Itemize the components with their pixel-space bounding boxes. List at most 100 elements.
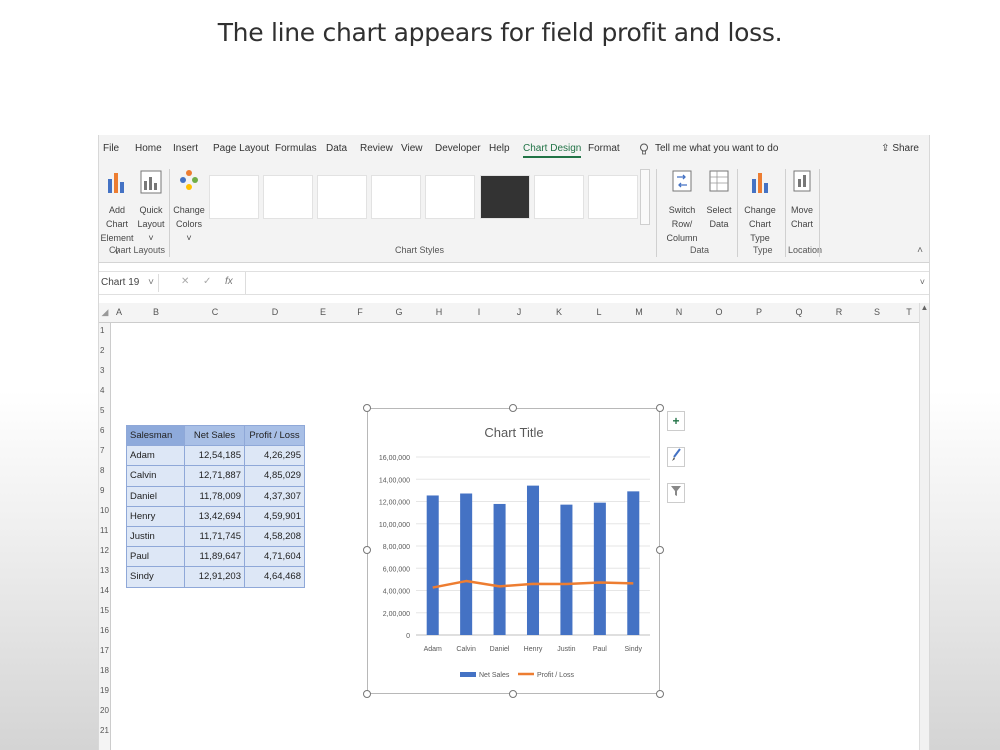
select-data-button[interactable]: Select Data — [705, 169, 733, 231]
cell[interactable]: 11,71,745 — [184, 525, 245, 548]
cell[interactable]: 4,26,295 — [244, 445, 305, 467]
chart-style-1[interactable] — [209, 175, 259, 219]
chart-elements-button[interactable]: + — [667, 411, 685, 431]
column-header[interactable]: Q — [779, 307, 819, 317]
cell[interactable]: 4,37,307 — [244, 485, 305, 507]
tab-chart-design[interactable]: Chart Design — [523, 143, 582, 158]
resize-handle[interactable] — [509, 690, 517, 698]
row-header[interactable]: 17 — [99, 646, 111, 655]
column-header[interactable]: J — [499, 307, 539, 317]
tab-file[interactable]: File — [103, 143, 119, 154]
row-header[interactable]: 2 — [99, 346, 111, 355]
chart-object[interactable]: Chart Title 0 2,00,000 4,00,000 6,00,000 8,0… — [367, 408, 660, 694]
cancel-icon[interactable]: ✕ — [181, 276, 189, 287]
resize-handle[interactable] — [509, 404, 517, 412]
enter-icon[interactable]: ✓ — [203, 276, 211, 287]
cell[interactable]: Daniel — [126, 485, 185, 507]
header-cell[interactable]: Profit / Loss — [244, 424, 305, 447]
row-header[interactable]: 7 — [99, 446, 111, 455]
cell[interactable]: Adam — [126, 445, 185, 467]
row-header[interactable]: 9 — [99, 486, 111, 495]
cell[interactable]: Henry — [126, 505, 185, 527]
chart-style-3[interactable] — [317, 175, 367, 219]
column-header[interactable]: L — [579, 307, 619, 317]
row-header[interactable]: 15 — [99, 606, 111, 615]
column-header[interactable]: A — [111, 307, 127, 317]
chart-styles-button[interactable] — [667, 447, 685, 467]
tab-insert[interactable]: Insert — [173, 143, 198, 154]
chart-style-4[interactable] — [371, 175, 421, 219]
chart-styles-scroll[interactable] — [640, 169, 650, 225]
row-header[interactable]: 14 — [99, 586, 111, 595]
cell[interactable]: 12,71,887 — [184, 465, 245, 487]
share-button[interactable]: ⇪ Share — [881, 143, 919, 154]
tab-formulas[interactable]: Formulas — [275, 143, 317, 154]
resize-handle[interactable] — [363, 546, 371, 554]
name-box[interactable]: Chart 19 ˅ — [99, 274, 159, 292]
column-header[interactable]: I — [459, 307, 499, 317]
name-box-dropdown-icon[interactable]: ˅ — [148, 274, 154, 292]
column-header[interactable]: R — [819, 307, 859, 317]
row-header[interactable]: 13 — [99, 566, 111, 575]
cell[interactable]: Paul — [126, 546, 185, 568]
row-header[interactable]: 4 — [99, 386, 111, 395]
row-header[interactable]: 21 — [99, 726, 111, 735]
column-header[interactable]: N — [659, 307, 699, 317]
tab-page-layout[interactable]: Page Layout — [213, 143, 269, 154]
resize-handle[interactable] — [656, 404, 664, 412]
chart-title[interactable]: Chart Title — [484, 425, 543, 440]
chart-filters-button[interactable] — [667, 483, 685, 503]
vertical-scrollbar[interactable]: ▲ — [919, 303, 929, 750]
row-header[interactable]: 3 — [99, 366, 111, 375]
row-header[interactable]: 5 — [99, 406, 111, 415]
resize-handle[interactable] — [363, 404, 371, 412]
tab-view[interactable]: View — [401, 143, 423, 154]
row-header[interactable]: 10 — [99, 506, 111, 515]
tab-format[interactable]: Format — [588, 143, 620, 154]
insert-function-icon[interactable]: fx — [225, 276, 233, 287]
row-header[interactable]: 18 — [99, 666, 111, 675]
column-header[interactable]: K — [539, 307, 579, 317]
chart-style-8[interactable] — [588, 175, 638, 219]
cell[interactable]: 4,59,901 — [244, 505, 305, 527]
cell[interactable]: 4,71,604 — [244, 546, 305, 568]
change-chart-type-button[interactable]: Change Chart Type — [739, 169, 781, 245]
row-header[interactable]: 6 — [99, 426, 111, 435]
column-header[interactable]: G — [379, 307, 419, 317]
row-header[interactable]: 1 — [99, 326, 111, 335]
cell[interactable]: 11,78,009 — [184, 485, 245, 507]
move-chart-button[interactable]: Move Chart — [787, 169, 817, 231]
resize-handle[interactable] — [656, 546, 664, 554]
column-header[interactable]: P — [739, 307, 779, 317]
row-header[interactable]: 12 — [99, 546, 111, 555]
chart-style-7[interactable] — [534, 175, 584, 219]
tab-data[interactable]: Data — [326, 143, 347, 154]
cell[interactable]: 11,89,647 — [184, 546, 245, 568]
header-cell[interactable]: Salesman — [126, 424, 185, 447]
formula-input[interactable] — [247, 274, 913, 292]
switch-row-column-button[interactable]: Switch Row/ Column — [660, 169, 704, 245]
header-cell[interactable]: Net Sales — [184, 424, 245, 447]
tab-home[interactable]: Home — [135, 143, 162, 154]
column-header[interactable]: F — [341, 307, 379, 317]
cell[interactable]: 4,58,208 — [244, 525, 305, 548]
scroll-up-icon[interactable]: ▲ — [920, 303, 929, 312]
cell[interactable]: 4,85,029 — [244, 465, 305, 487]
column-header[interactable]: S — [859, 307, 895, 317]
row-header[interactable]: 8 — [99, 466, 111, 475]
cell[interactable]: 12,91,203 — [184, 566, 245, 588]
collapse-ribbon-icon[interactable]: ˄ — [917, 245, 923, 256]
tab-review[interactable]: Review — [360, 143, 393, 154]
row-header[interactable]: 11 — [99, 526, 111, 535]
column-header[interactable]: D — [245, 307, 305, 317]
select-all-corner[interactable]: ◢ — [99, 307, 111, 318]
chart-style-6[interactable] — [480, 175, 530, 219]
column-header[interactable]: O — [699, 307, 739, 317]
change-colors-button[interactable]: Change Colors ˅ — [173, 169, 205, 245]
resize-handle[interactable] — [656, 690, 664, 698]
tab-help[interactable]: Help — [489, 143, 510, 154]
column-header[interactable]: C — [185, 307, 245, 317]
row-header[interactable]: 20 — [99, 706, 111, 715]
cell[interactable]: 12,54,185 — [184, 445, 245, 467]
column-header[interactable]: H — [419, 307, 459, 317]
